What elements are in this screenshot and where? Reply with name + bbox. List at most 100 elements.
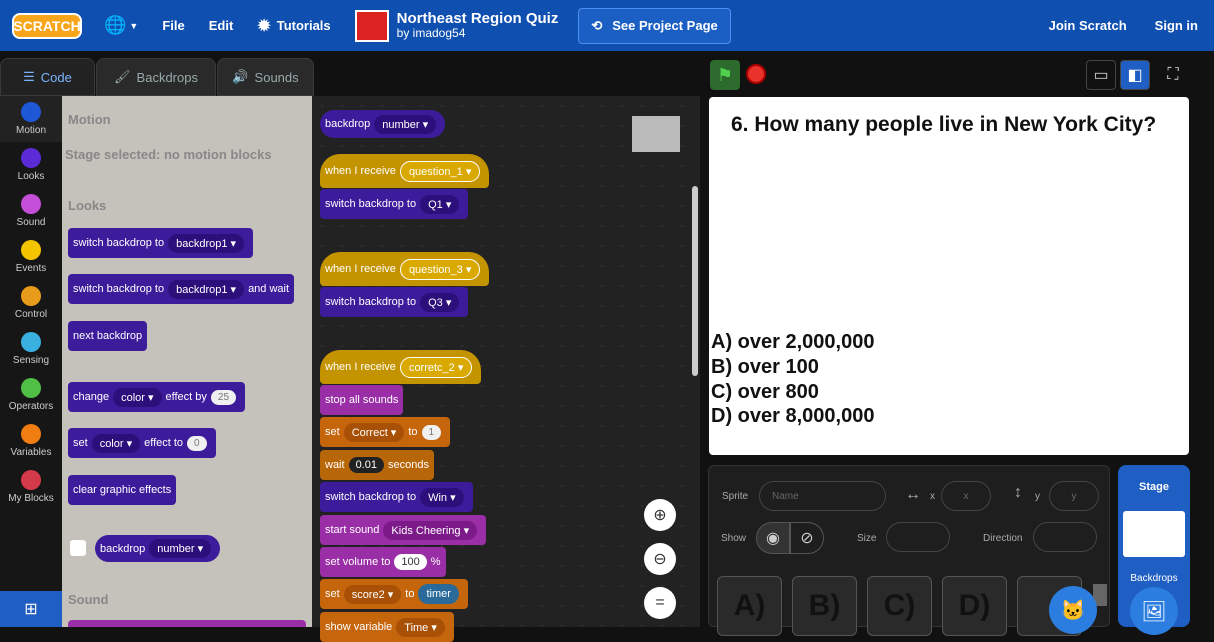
block-palette: Motion Stage selected: no motion blocks … [62,96,312,627]
set-variable-block[interactable]: set score2 ▾ to timer [320,579,468,609]
when-receive-hat[interactable]: when I receive corretc_2 ▾ [320,350,482,384]
number-input[interactable]: 25 [210,389,237,405]
tab-backdrops[interactable]: 🖌 Backdrops [96,58,216,96]
category-sensing[interactable]: Sensing [0,326,62,372]
scratch-logo[interactable]: SCRATCH [12,12,82,39]
sound-block-stub[interactable] [68,620,306,627]
message-dropdown[interactable]: question_1 ▾ [399,160,481,182]
category-operators[interactable]: Operators [0,372,62,418]
show-hidden-icon[interactable]: ⊘ [790,522,824,554]
backdrop-dropdown[interactable]: backdrop1 ▾ [168,233,245,253]
effect-dropdown[interactable]: color ▾ [113,387,162,407]
backdrop-dropdown[interactable]: Q3 ▾ [420,292,460,312]
category-motion[interactable]: Motion [0,96,62,142]
block-text: set volume to [325,556,391,568]
tab-sounds[interactable]: 🔊 Sounds [217,58,314,96]
change-effect-block[interactable]: change color ▾ effect by 25 [68,382,246,412]
category-dot [21,378,41,398]
fullscreen-icon[interactable]: ⛶ [1158,60,1188,90]
zoom-reset-button[interactable]: = [644,587,676,619]
category-control[interactable]: Control [0,280,62,326]
sprite-name-field[interactable]: Name [759,481,886,511]
category-events[interactable]: Events [0,234,62,280]
file-menu[interactable]: File [150,0,196,51]
add-backdrop-button[interactable]: 🖼 [1130,587,1178,635]
value-input[interactable]: 1 [421,424,442,440]
variable-dropdown[interactable]: score2 ▾ [343,584,402,604]
show-variable-block[interactable]: show variable Time ▾ [320,612,454,642]
language-menu[interactable]: 🌐 ▼ [92,0,150,51]
project-author[interactable]: by imadog54 [397,26,559,41]
category-sound[interactable]: Sound [0,188,62,234]
volume-input[interactable]: 100 [394,554,427,570]
set-effect-block[interactable]: set color ▾ effect to 0 [68,428,216,458]
backdrop-reporter[interactable]: backdrop number ▾ [320,110,446,138]
category-variables[interactable]: Variables [0,418,62,464]
backdrop-dropdown[interactable]: Q1 ▾ [420,194,460,214]
category-my-blocks[interactable]: My Blocks [0,464,62,510]
backdrop-reporter-block[interactable]: backdrop number ▾ [95,535,221,562]
code-icon: ☰ [23,69,35,84]
account-links: Join Scratch Sign in [1049,0,1198,51]
tab-code[interactable]: ☰ Code [0,58,95,96]
wait-block[interactable]: wait 0.01 seconds [320,450,434,480]
join-scratch-link[interactable]: Join Scratch [1049,18,1127,33]
scripts-scrollbar[interactable] [692,186,698,376]
backdrop-dropdown[interactable]: backdrop1 ▾ [168,279,245,299]
backdrop-attr-dropdown[interactable]: number ▾ [149,539,212,558]
when-receive-hat[interactable]: when I receive question_1 ▾ [320,154,490,188]
x-label: x [930,491,935,502]
set-variable-block[interactable]: set Correct ▾ to 1 [320,417,451,447]
stop-icon[interactable] [746,64,766,84]
switch-backdrop-block[interactable]: switch backdrop to backdrop1 ▾ [68,228,254,258]
sign-in-link[interactable]: Sign in [1155,18,1198,33]
normal-stage-icon[interactable]: ◧ [1120,60,1150,90]
variable-dropdown[interactable]: Correct ▾ [343,422,405,442]
zoom-in-button[interactable]: ⊕ [644,499,676,531]
effect-dropdown[interactable]: color ▾ [91,433,141,453]
small-stage-icon[interactable]: ▭ [1086,60,1116,90]
switch-backdrop-block[interactable]: switch backdrop to Q3 ▾ [320,287,469,317]
backdrops-label: Backdrops [1130,573,1178,584]
category-looks[interactable]: Looks [0,142,62,188]
sprite-tile-b[interactable]: B) [792,576,857,636]
scripts-area[interactable]: backdrop number ▾ when I receive questio… [312,96,700,642]
green-flag-icon[interactable]: ⚑ [710,60,740,90]
message-dropdown[interactable]: corretc_2 ▾ [399,356,473,378]
seconds-input[interactable]: 0.01 [348,457,384,473]
sprite-tile-d[interactable]: D) [942,576,1007,636]
size-field[interactable] [886,522,950,552]
x-field[interactable]: x [941,481,991,511]
switch-backdrop-block[interactable]: switch backdrop to Win ▾ [320,482,473,512]
add-extension-button[interactable]: ⊞ [0,591,62,627]
message-dropdown[interactable]: question_3 ▾ [399,258,481,280]
start-sound-block[interactable]: start sound Kids Cheering ▾ [320,515,487,545]
monitor-checkbox[interactable] [70,540,86,556]
sprite-tile-a[interactable]: A) [717,576,782,636]
direction-field[interactable] [1033,522,1097,552]
zoom-out-button[interactable]: ⊖ [644,543,676,575]
variable-dropdown[interactable]: Time ▾ [396,617,445,637]
backdrop-dropdown[interactable]: Win ▾ [420,487,464,507]
show-visible-icon[interactable]: ◉ [756,522,790,554]
y-field[interactable]: y [1049,481,1099,511]
see-project-label: See Project Page [612,18,718,33]
set-volume-block[interactable]: set volume to 100 % [320,547,446,577]
category-menu: Motion Looks Sound Events Control Sensin… [0,96,62,627]
when-receive-hat[interactable]: when I receive question_3 ▾ [320,252,490,286]
next-backdrop-block[interactable]: next backdrop [68,321,148,351]
edit-menu[interactable]: Edit [197,0,246,51]
sprite-tile-c[interactable]: C) [867,576,932,636]
switch-backdrop-wait-block[interactable]: switch backdrop to backdrop1 ▾ and wait [68,274,295,304]
tutorials-menu[interactable]: ✹ Tutorials [245,0,342,51]
timer-reporter[interactable]: timer [418,584,459,604]
sound-dropdown[interactable]: Kids Cheering ▾ [383,520,478,540]
clear-effects-block[interactable]: clear graphic effects [68,475,177,505]
stage-selector[interactable]: Stage Backdrops 🖼 [1118,465,1190,635]
switch-backdrop-block[interactable]: switch backdrop to Q1 ▾ [320,189,469,219]
number-input[interactable]: 0 [187,435,207,451]
stop-all-sounds-block[interactable]: stop all sounds [320,385,404,415]
see-project-page-button[interactable]: ⟲ See Project Page [578,7,731,44]
stage-canvas[interactable]: 6. How many people live in New York City… [709,97,1189,455]
dropdown[interactable]: number ▾ [374,114,437,134]
